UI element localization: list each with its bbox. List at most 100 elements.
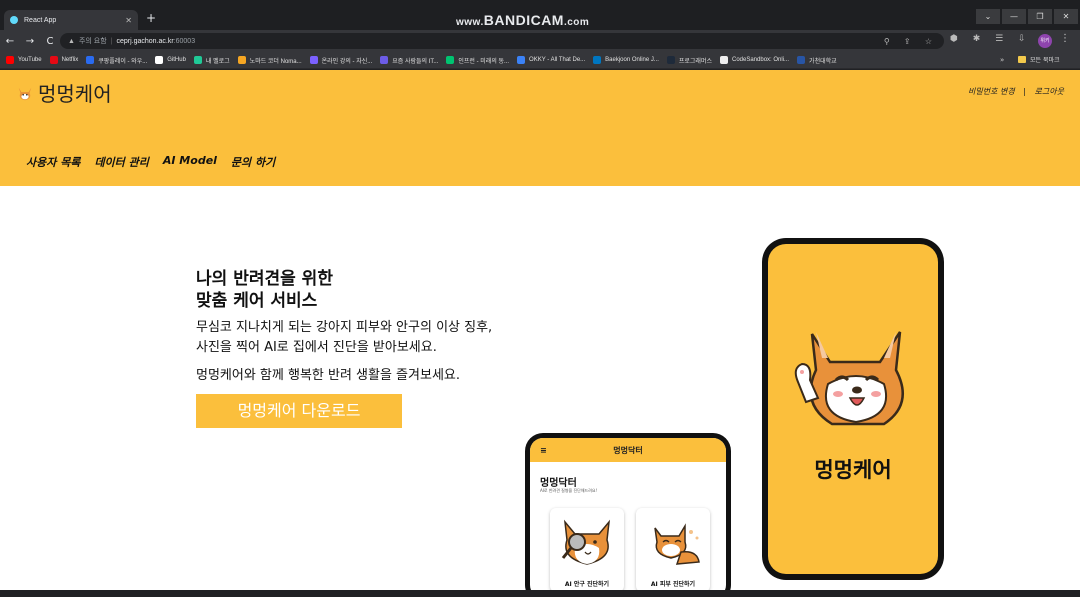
minimize-button[interactable]: — (1002, 9, 1026, 24)
bookmarks-bar: YouTube Netflix 쿠팡플레이 - 와우... GitHub 내 벨로그 노마… (0, 52, 1080, 69)
bookmark-label: CodeSandbox: Onli... (732, 57, 790, 63)
hero-description: 무심코 지나치게 되는 강아지 피부와 안구의 이상 징후, 사진을 찍어 AI… (196, 318, 492, 358)
change-password-link[interactable]: 비밀번호 변경 (968, 87, 1015, 96)
skin-diagnosis-label: AI 피부 진단하기 (650, 581, 696, 588)
dog-logo-icon (18, 87, 32, 100)
bookmark-label: OKKY - All That De... (529, 57, 586, 63)
bookmark-favicon-icon (380, 56, 389, 64)
new-tab-button[interactable]: + (146, 11, 156, 25)
bookmark-favicon-icon (86, 56, 95, 64)
address-bar[interactable]: ▲ 주의 요함 | ceprj.gachon.ac.kr :60003 ⚲ ⇪ … (60, 33, 944, 49)
browser-toolbar: ← → C ▲ 주의 요함 | ceprj.gachon.ac.kr :6000… (0, 30, 1080, 52)
bookmark-favicon-icon (720, 56, 728, 64)
tab-title: React App (24, 16, 57, 24)
hero-desc-line1: 무심코 지나치게 되는 강아지 피부와 안구의 이상 징후, (196, 320, 493, 335)
url-port: :60003 (173, 37, 196, 45)
bookmark-item[interactable]: YouTube (6, 56, 42, 64)
warning-icon[interactable]: ▲ (68, 38, 75, 45)
all-bookmarks-label: 모든 북마크 (1030, 57, 1060, 64)
window-controls: ⌄ — ❐ ✕ (974, 9, 1078, 24)
bookmark-label: 프로그래머스 (678, 58, 712, 65)
hero-desc-line2: 사진을 찍어 AI로 집에서 진단을 받아보세요. (196, 340, 437, 355)
bookmark-item[interactable]: 인프런 - 미래의 동... (446, 56, 509, 65)
bookmark-label: GitHub (167, 57, 186, 63)
small-app-title: 멍멍닥터 (540, 478, 577, 489)
download-button[interactable]: 멍멍케어 다운로드 (196, 394, 402, 428)
extension-icons[interactable]: ⬢ ✱ ☰ ⇩ (950, 34, 1032, 44)
all-bookmarks-button[interactable]: 모든 북마크 (1018, 55, 1060, 64)
shiba-magnifier-illustration (561, 519, 611, 565)
hero-tagline: 멍멍케어와 함께 행복한 반려 생활을 즐겨보세요. (196, 368, 460, 383)
bookmark-favicon-icon (6, 56, 14, 64)
bookmark-item[interactable]: CodeSandbox: Onli... (720, 56, 789, 64)
bookmark-item[interactable]: 프로그래머스 (666, 56, 712, 65)
bookmark-item[interactable]: OKKY - All That De... (517, 56, 585, 64)
restore-button[interactable]: ❐ (1028, 9, 1052, 24)
bookmark-item[interactable]: 노마드 코더 Noma... (237, 56, 302, 65)
reload-button[interactable]: C (40, 36, 60, 47)
phone-mockup-small: ≡ 멍멍닥터 멍멍닥터 AI로 반려견 질병을 진단해드려요! AI 안구 진단… (525, 433, 731, 590)
browser-menu-icon[interactable]: ⋮ (1060, 33, 1070, 44)
nav-user-list[interactable]: 사용자 목록 (26, 154, 80, 170)
bookmark-label: 인프런 - 미래의 동... (458, 58, 510, 65)
bookmark-item[interactable]: 쿠팡플레이 - 와우... (86, 56, 147, 65)
logo-text: 멍멍케어 (38, 82, 112, 106)
profile-avatar[interactable]: 위키 (1038, 34, 1052, 48)
bookmark-favicon-icon (155, 56, 164, 64)
bookmark-favicon-icon (49, 56, 58, 64)
nav-data-management[interactable]: 데이터 관리 (94, 154, 148, 170)
bookmark-item[interactable]: GitHub (155, 56, 186, 64)
bookmark-item[interactable]: Netflix (49, 56, 79, 64)
skin-diagnosis-card: AI 피부 진단하기 (636, 508, 710, 590)
bookmark-favicon-icon (446, 56, 455, 64)
eye-diagnosis-card: AI 안구 진단하기 (550, 508, 624, 590)
logout-link[interactable]: 로그아웃 (1035, 87, 1064, 96)
nav-contact[interactable]: 문의 하기 (231, 154, 275, 170)
folder-icon (1018, 56, 1026, 63)
nav-ai-model[interactable]: AI Model (163, 154, 217, 170)
bookmark-favicon-icon (517, 56, 526, 64)
bookmark-item[interactable]: 가천대학교 (797, 56, 837, 65)
bookmark-item[interactable]: 요즘 사람들의 IT... (380, 56, 438, 65)
bookmark-favicon-icon (593, 56, 602, 64)
back-button[interactable]: ← (0, 36, 20, 47)
bookmark-label: 노마드 코더 Noma... (249, 58, 302, 65)
bookmark-label: YouTube (18, 57, 42, 63)
bookmark-favicon-icon (797, 56, 806, 64)
hero-title-line2: 맞춤 케어 서비스 (196, 291, 318, 311)
tab-strip: React App ✕ + www.BANDICAM.com ⌄ — ❐ ✕ (0, 0, 1080, 30)
small-app-subtitle: AI로 반려견 질병을 진단해드려요! (540, 488, 598, 493)
bookmark-label: Netflix (61, 57, 79, 63)
bookmark-favicon-icon (237, 56, 246, 64)
close-window-button[interactable]: ✕ (1054, 9, 1078, 24)
eye-diagnosis-label: AI 안구 진단하기 (564, 581, 610, 588)
site-logo[interactable]: 멍멍케어 (16, 78, 112, 107)
hamburger-menu-icon: ≡ (540, 446, 547, 455)
tab-search-icon[interactable]: ⌄ (976, 9, 1000, 24)
small-app-header: ≡ 멍멍닥터 (530, 438, 726, 462)
hero-title: 나의 반려견을 위한 맞춤 케어 서비스 (196, 268, 492, 312)
tab-close-icon[interactable]: ✕ (125, 16, 132, 25)
bookmark-item[interactable]: 내 벨로그 (193, 56, 230, 65)
bookmark-label: Baekjoon Online J... (605, 57, 659, 63)
bookmark-label: 가천대학교 (809, 58, 837, 65)
hero-title-line1: 나의 반려견을 위한 (196, 269, 333, 289)
bookmark-item[interactable]: Baekjoon Online J... (593, 56, 659, 64)
bookmark-favicon-icon (309, 56, 318, 64)
bookmarks-more-icon[interactable]: » (1000, 56, 1004, 64)
site-header: 멍멍케어 비밀번호 변경 | 로그아웃 사용자 목록 데이터 관리 AI Mod… (0, 70, 1080, 186)
react-favicon-icon (10, 16, 18, 24)
security-label[interactable]: 주의 요함 (79, 36, 107, 46)
small-app-header-title: 멍멍닥터 (613, 445, 643, 455)
shiba-waving-illustration (794, 331, 904, 426)
phone-screen-large: 멍멍케어 (768, 244, 938, 574)
auth-links: 비밀번호 변경 | 로그아웃 (968, 87, 1064, 96)
bookmark-label: 내 벨로그 (205, 58, 230, 65)
bookmark-item[interactable]: 온라인 강의 - 자신... (309, 56, 373, 65)
tab-react-app[interactable]: React App ✕ (4, 10, 138, 30)
forward-button[interactable]: → (20, 36, 40, 47)
address-actions-icons[interactable]: ⚲ ⇪ ☆ (884, 37, 938, 46)
bookmark-label: 온라인 강의 - 자신... (321, 58, 373, 65)
url-host: ceprj.gachon.ac.kr (116, 37, 174, 45)
main-nav: 사용자 목록 데이터 관리 AI Model 문의 하기 (26, 154, 289, 170)
